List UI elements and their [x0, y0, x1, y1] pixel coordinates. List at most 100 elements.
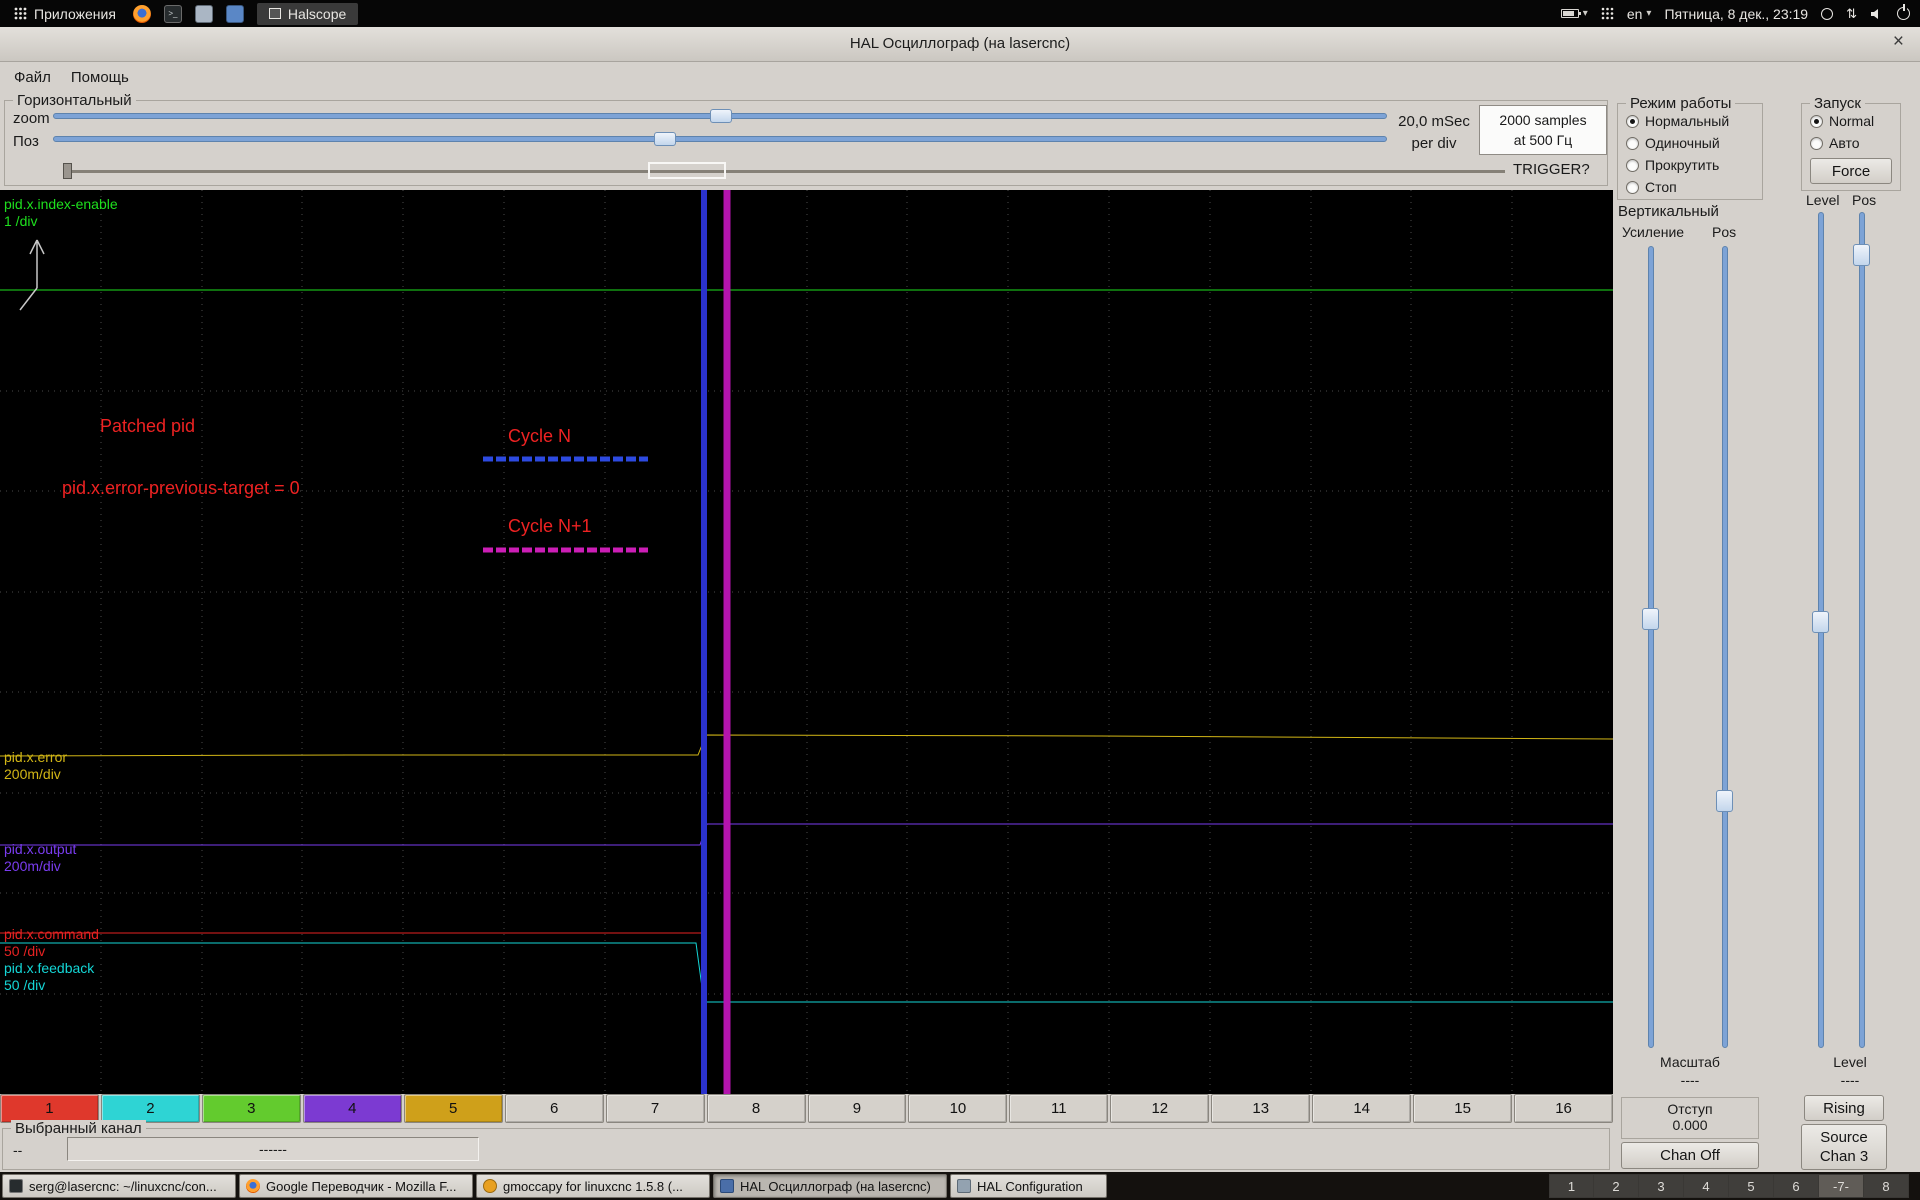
calculator-launcher-icon[interactable]	[194, 4, 213, 23]
trigger-level-slider-handle[interactable]	[1812, 611, 1829, 633]
workspace-2[interactable]: 2	[1594, 1174, 1639, 1198]
chan-off-button[interactable]: Chan Off	[1621, 1142, 1759, 1169]
run-mode-option-stop[interactable]: Стоп	[1626, 178, 1677, 196]
trace-scale: 50 /div	[4, 977, 46, 993]
run-mode-option-normal[interactable]: Нормальный	[1626, 112, 1729, 130]
scope-display[interactable]: pid.x.index-enable 1 /div pid.x.error 20…	[0, 190, 1614, 1094]
vertical-pos-slider[interactable]	[1722, 246, 1728, 1048]
menu-file[interactable]: Файл	[6, 66, 59, 89]
chevron-down-icon: ▾	[1582, 8, 1588, 19]
scope-canvas	[0, 190, 1614, 1094]
network-icon[interactable]: ⇅	[1846, 6, 1857, 22]
channel-button-1[interactable]: 1	[0, 1094, 99, 1123]
trace-label-index-enable: pid.x.index-enable 1 /div	[4, 196, 118, 230]
menu-help[interactable]: Помощь	[63, 66, 137, 89]
panel-window-button[interactable]: Halscope	[256, 2, 359, 25]
position-slider[interactable]	[53, 132, 1387, 146]
close-button[interactable]: ×	[1893, 31, 1904, 53]
trace-scale: 1 /div	[4, 213, 38, 229]
workspace-6[interactable]: 6	[1774, 1174, 1819, 1198]
window-titlebar[interactable]: HAL Осциллограф (на lasercnc) ×	[0, 27, 1920, 62]
record-position-marker[interactable]	[63, 163, 72, 179]
trigger-pos-slider-handle[interactable]	[1853, 244, 1870, 266]
trace-label-feedback: pid.x.feedback 50 /div	[4, 960, 94, 994]
taskbar-window-label: Google Переводчик - Mozilla F...	[266, 1178, 457, 1194]
window-title: HAL Осциллограф (на lasercnc)	[849, 35, 1071, 52]
workspace-7[interactable]: -7-	[1819, 1174, 1864, 1198]
channel-button-15[interactable]: 15	[1413, 1094, 1513, 1123]
trigger-pos-label: Pos	[1852, 192, 1877, 208]
record-position-trough[interactable]	[69, 170, 1505, 173]
trigger-level-value: ----	[1840, 1072, 1860, 1088]
offset-box: Отступ 0.000	[1621, 1097, 1759, 1139]
selected-channel-short: --	[13, 1142, 23, 1158]
source-line2: Chan 3	[1819, 1148, 1869, 1165]
time-per-div-value: 20,0 mSec	[1398, 113, 1470, 130]
position-slider-handle[interactable]	[654, 132, 676, 146]
app-launcher-icon[interactable]	[225, 4, 244, 23]
applications-menu[interactable]: Приложения	[10, 4, 120, 24]
volume-icon[interactable]	[1870, 8, 1884, 20]
channel-button-2[interactable]: 2	[100, 1094, 200, 1123]
force-button[interactable]: Force	[1810, 158, 1892, 184]
clock[interactable]: Пятница, 8 дек., 23:19	[1664, 6, 1808, 22]
run-mode-option-single[interactable]: Одиночный	[1626, 134, 1720, 152]
trace-label-command: pid.x.command 50 /div	[4, 926, 99, 960]
trigger-option-auto[interactable]: Авто	[1810, 134, 1860, 152]
gain-slider[interactable]	[1648, 246, 1654, 1048]
selected-channel-group: Выбранный канал -- ------	[2, 1120, 1610, 1170]
taskbar-window-gmoccapy[interactable]: gmoccapy for linuxcnc 1.5.8 (...	[476, 1174, 710, 1198]
applications-label: Приложения	[34, 5, 116, 22]
radio-icon	[1626, 136, 1639, 150]
keyboard-layout-indicator[interactable]: en ▾	[1627, 6, 1652, 22]
radio-icon	[1626, 180, 1639, 194]
annotation-error-previous-target: pid.x.error-previous-target = 0	[62, 478, 300, 498]
channel-button-16[interactable]: 16	[1514, 1094, 1613, 1123]
offset-value: 0.000	[1672, 1117, 1708, 1133]
workspace-4[interactable]: 4	[1684, 1174, 1729, 1198]
trigger-option-normal[interactable]: Normal	[1810, 112, 1874, 130]
menubar: Файл Помощь	[0, 62, 1920, 92]
trigger-position-window[interactable]	[648, 162, 726, 179]
terminal-launcher-icon[interactable]: >_	[163, 4, 182, 23]
workspace-8[interactable]: 8	[1864, 1174, 1909, 1198]
channel-button-14[interactable]: 14	[1312, 1094, 1412, 1123]
channel-button-3[interactable]: 3	[201, 1094, 301, 1123]
power-icon[interactable]	[1897, 4, 1910, 20]
channel-button-11[interactable]: 11	[1009, 1094, 1109, 1123]
dots-grid-icon[interactable]	[1601, 7, 1614, 20]
selected-channel-entry[interactable]: ------	[67, 1137, 479, 1161]
taskbar-window-terminal[interactable]: serg@lasercnc: ~/linuxcnc/con...	[2, 1174, 236, 1198]
trigger-pos-slider[interactable]	[1859, 212, 1865, 1048]
firefox-launcher-icon[interactable]	[132, 4, 151, 23]
channel-button-8[interactable]: 8	[706, 1094, 806, 1123]
notification-icon[interactable]	[1821, 7, 1834, 20]
taskbar-window-hal-configuration[interactable]: HAL Configuration	[950, 1174, 1107, 1198]
battery-indicator[interactable]: ▾	[1560, 8, 1588, 19]
zoom-slider[interactable]	[53, 109, 1387, 123]
channel-button-10[interactable]: 10	[908, 1094, 1008, 1123]
gain-slider-handle[interactable]	[1642, 608, 1659, 630]
trigger-source-button[interactable]: Source Chan 3	[1801, 1124, 1887, 1170]
rising-button[interactable]: Rising	[1804, 1095, 1884, 1121]
channel-button-9[interactable]: 9	[807, 1094, 907, 1123]
horizontal-group-label: Горизонтальный	[13, 92, 136, 109]
zoom-slider-handle[interactable]	[710, 109, 732, 123]
workspace-1[interactable]: 1	[1549, 1174, 1594, 1198]
channel-button-4[interactable]: 4	[302, 1094, 402, 1123]
vertical-pos-slider-handle[interactable]	[1716, 790, 1733, 812]
channel-button-6[interactable]: 6	[504, 1094, 604, 1123]
channel-button-5[interactable]: 5	[403, 1094, 503, 1123]
run-mode-group: Режим работы Нормальный Одиночный Прокру…	[1617, 95, 1763, 200]
workspace-5[interactable]: 5	[1729, 1174, 1774, 1198]
channel-button-12[interactable]: 12	[1110, 1094, 1210, 1123]
channel-button-7[interactable]: 7	[605, 1094, 705, 1123]
taskbar-window-halscope[interactable]: HAL Осциллограф (на lasercnc)	[713, 1174, 947, 1198]
option-label: Прокрутить	[1645, 157, 1720, 173]
channel-button-13[interactable]: 13	[1211, 1094, 1311, 1123]
taskbar-window-firefox[interactable]: Google Переводчик - Mozilla F...	[239, 1174, 473, 1198]
run-mode-option-roll[interactable]: Прокрутить	[1626, 156, 1719, 174]
position-slider-trough[interactable]	[53, 136, 1387, 142]
trigger-button[interactable]: TRIGGER?	[1513, 161, 1590, 178]
workspace-3[interactable]: 3	[1639, 1174, 1684, 1198]
